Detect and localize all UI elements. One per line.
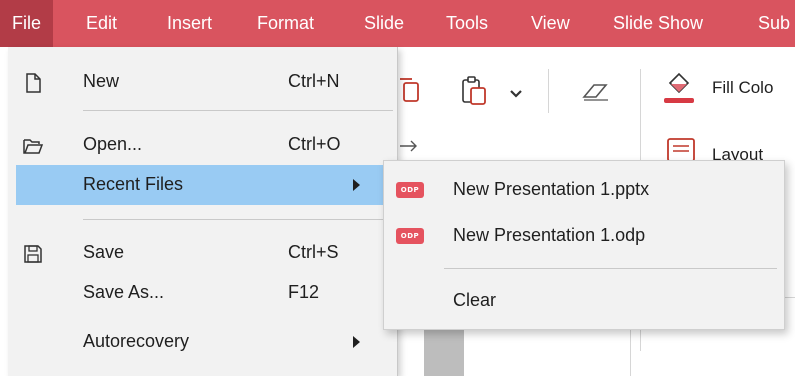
menu-item-shortcut: Ctrl+S [288, 242, 339, 262]
new-document-icon [26, 73, 41, 93]
fill-bucket-icon[interactable] [662, 69, 696, 105]
recent-file-label: New Presentation 1.pptx [453, 179, 650, 199]
menu-item-shortcut: F12 [288, 282, 320, 302]
menu-item-save[interactable]: Save Ctrl+S [8, 233, 388, 273]
menu-item-label: Open... [83, 134, 143, 154]
paste-icon[interactable] [460, 75, 488, 107]
menu-slide[interactable]: Slide [364, 0, 404, 47]
chevron-down-icon[interactable] [509, 89, 523, 99]
menu-item-label: Recent Files [83, 174, 184, 194]
recent-file-item[interactable]: ODP New Presentation 1.odp [384, 215, 784, 257]
arrow-right-icon[interactable] [398, 139, 420, 153]
clear-label: Clear [453, 290, 497, 310]
menu-item-label: New [83, 71, 120, 91]
submenu-arrow-icon [353, 179, 360, 191]
menu-format[interactable]: Format [257, 0, 314, 47]
menu-tools[interactable]: Tools [446, 0, 488, 47]
menu-item-shortcut: Ctrl+N [288, 71, 340, 91]
save-icon [24, 245, 42, 263]
menu-insert[interactable]: Insert [167, 0, 212, 47]
folder-open-icon [23, 139, 44, 154]
submenu-arrow-icon [353, 336, 360, 348]
menu-item-autorecovery[interactable]: Autorecovery [8, 322, 388, 362]
menu-sub[interactable]: Sub [758, 0, 790, 47]
menu-item-save-as[interactable]: Save As... F12 [8, 273, 388, 313]
menu-slide-show[interactable]: Slide Show [613, 0, 703, 47]
eraser-icon[interactable] [580, 79, 612, 103]
menu-item-label: Save As... [83, 282, 165, 302]
odp-file-icon: ODP [396, 228, 424, 244]
menu-separator [444, 268, 777, 269]
clear-recent-button[interactable]: Clear [384, 280, 784, 322]
menu-item-open[interactable]: Open... Ctrl+O [8, 125, 388, 165]
copy-icon[interactable] [398, 77, 422, 105]
menu-item-label: Save [83, 242, 125, 262]
toolbar-separator [548, 69, 549, 113]
menu-file[interactable]: File [0, 0, 54, 47]
file-menu-dropdown: New Ctrl+N Open... Ctrl+O Recent Files S… [8, 47, 398, 376]
menu-item-label: Autorecovery [83, 331, 190, 351]
menu-separator [83, 110, 393, 111]
menu-item-recent-files[interactable]: Recent Files [16, 165, 386, 205]
fill-color-label[interactable]: Fill Colo [712, 78, 773, 98]
menu-view[interactable]: View [531, 0, 570, 47]
menu-item-shortcut: Ctrl+O [288, 134, 341, 154]
recent-file-label: New Presentation 1.odp [453, 225, 646, 245]
menu-item-new[interactable]: New Ctrl+N [8, 62, 388, 102]
menu-bar: File Edit Insert Format Slide Tools View… [0, 0, 795, 47]
menu-separator [83, 219, 393, 220]
odp-file-icon: ODP [396, 182, 424, 198]
menu-edit[interactable]: Edit [86, 0, 117, 47]
recent-file-item[interactable]: ODP New Presentation 1.pptx [384, 169, 784, 211]
recent-files-submenu: ODP New Presentation 1.pptx ODP New Pres… [383, 160, 785, 330]
